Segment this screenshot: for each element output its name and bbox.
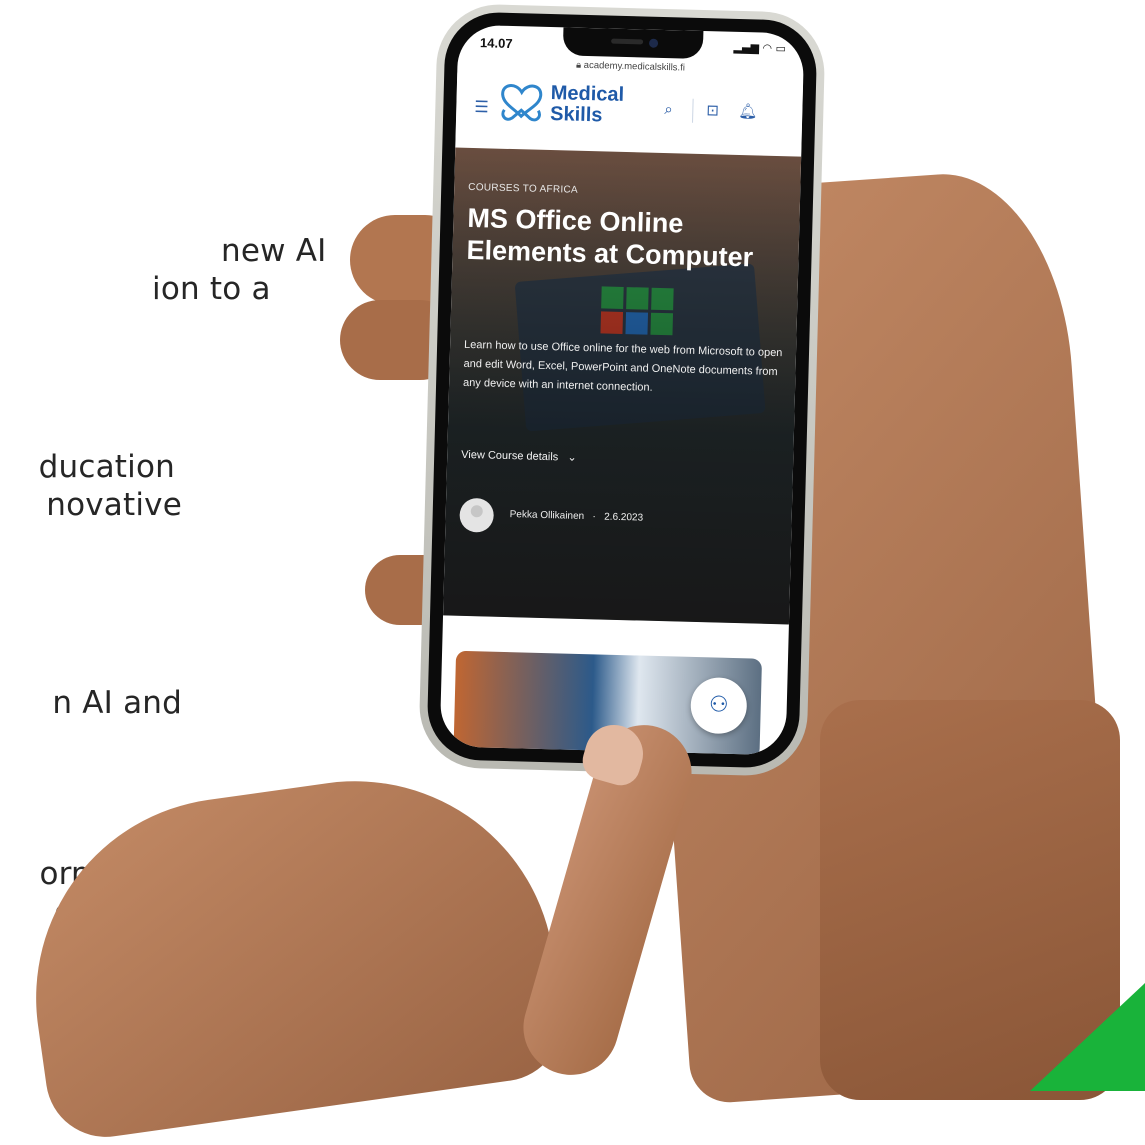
medical-skills-logo-icon[interactable] bbox=[498, 82, 545, 123]
phone-bezel: 14.07 ▂▄▆ ◠ ▭ 🔒︎ academy.medicalskills.f… bbox=[426, 11, 818, 769]
url-text: academy.medicalskills.fi bbox=[583, 59, 686, 74]
details-link-label: View Course details bbox=[461, 448, 559, 464]
bg-text-line-4: novative bbox=[46, 487, 182, 523]
course-hero[interactable]: COURSES TO AFRICA MS Office Online Eleme… bbox=[443, 147, 802, 625]
lock-icon: 🔒︎ bbox=[575, 59, 582, 71]
status-icons: ▂▄▆ ◠ ▭ bbox=[733, 40, 787, 56]
phone-notch bbox=[562, 27, 704, 59]
author-name[interactable]: Pekka Ollikainen bbox=[510, 509, 585, 522]
bg-text-line-1: new AI bbox=[221, 233, 327, 269]
speaker-grille bbox=[611, 38, 644, 45]
inbox-icon[interactable]: ⊡ bbox=[706, 101, 719, 119]
course-description: Learn how to use Office online for the w… bbox=[462, 338, 783, 394]
app-header: ☰ Medical Skills ⌕ ⊡ 🔔︎ bbox=[455, 72, 804, 157]
meta-separator: · bbox=[586, 511, 602, 523]
chevron-down-icon: ⌄ bbox=[561, 451, 577, 464]
header-divider bbox=[692, 98, 694, 123]
left-hand bbox=[10, 755, 570, 1145]
front-camera bbox=[648, 38, 659, 48]
search-icon[interactable]: ⌕ bbox=[664, 100, 673, 118]
brand-name[interactable]: Medical Skills bbox=[549, 82, 624, 127]
bg-text-line-3: ducation bbox=[38, 449, 175, 485]
menu-icon[interactable]: ☰ bbox=[474, 97, 489, 116]
course-title[interactable]: MS Office Online Elements at Computer bbox=[466, 202, 768, 274]
post-date: 2.6.2023 bbox=[604, 511, 644, 524]
status-time: 14.07 bbox=[479, 35, 513, 52]
smartphone: 14.07 ▂▄▆ ◠ ▭ 🔒︎ academy.medicalskills.f… bbox=[418, 3, 826, 777]
bg-text-line-5: n AI and bbox=[52, 685, 182, 721]
bell-icon[interactable]: 🔔︎ bbox=[738, 102, 758, 120]
green-corner-accent bbox=[1030, 983, 1145, 1091]
brand-line-2: Skills bbox=[549, 103, 603, 127]
phone-screen: 14.07 ▂▄▆ ◠ ▭ 🔒︎ academy.medicalskills.f… bbox=[439, 24, 805, 756]
bg-text-line-2: ion to a bbox=[152, 271, 271, 307]
